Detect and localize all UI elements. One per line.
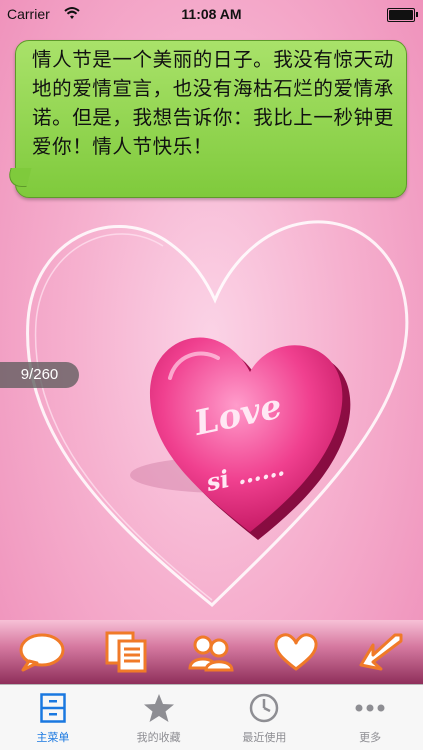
- message-counter: 9/260: [0, 362, 79, 388]
- tab-my-favorites-label: 我的收藏: [136, 731, 181, 744]
- love-heart-artwork: Love si ……: [26, 220, 409, 608]
- copy-documents-icon: [105, 631, 147, 673]
- tab-main-menu-label: 主菜单: [36, 731, 70, 744]
- contacts-icon: [188, 635, 234, 672]
- contacts-button[interactable]: [169, 620, 254, 684]
- status-time: 11:08 AM: [181, 6, 242, 22]
- battery-icon: [387, 8, 418, 22]
- tab-main-menu[interactable]: 主菜单: [0, 685, 106, 750]
- status-bar: Carrier 11:08 AM: [0, 0, 423, 28]
- cabinet-icon: [40, 693, 66, 723]
- clock-icon: [250, 693, 279, 723]
- tab-recently-used-label: 最近使用: [242, 731, 287, 744]
- star-icon: [143, 694, 174, 722]
- more-dots-icon: [355, 704, 385, 712]
- action-toolbar: [0, 620, 423, 684]
- copy-button[interactable]: [85, 620, 170, 684]
- tab-recently-used[interactable]: 最近使用: [212, 685, 318, 750]
- favorite-button[interactable]: [254, 620, 339, 684]
- speech-bubble-icon: [19, 633, 65, 672]
- tab-my-favorites[interactable]: 我的收藏: [106, 685, 212, 750]
- app-screen: Carrier 11:08 AM 情人节是一个美丽的日子。我没有惊天动地的爱情宣…: [0, 0, 423, 750]
- message-bubble[interactable]: 情人节是一个美丽的日子。我没有惊天动地的爱情宣言，也没有海枯石烂的爱情承诺。但是…: [15, 40, 407, 198]
- share-arrow-icon: [359, 633, 403, 671]
- heart-icon: [274, 633, 318, 671]
- tab-more[interactable]: 更多: [317, 685, 423, 750]
- tab-more-label: 更多: [359, 731, 382, 744]
- sms-button[interactable]: [0, 620, 85, 684]
- message-text: 情人节是一个美丽的日子。我没有惊天动地的爱情宣言，也没有海枯石烂的爱情承诺。但是…: [32, 48, 394, 158]
- tab-bar: 主菜单 我的收藏 最近使用 更多: [0, 684, 423, 750]
- share-button[interactable]: [338, 620, 423, 684]
